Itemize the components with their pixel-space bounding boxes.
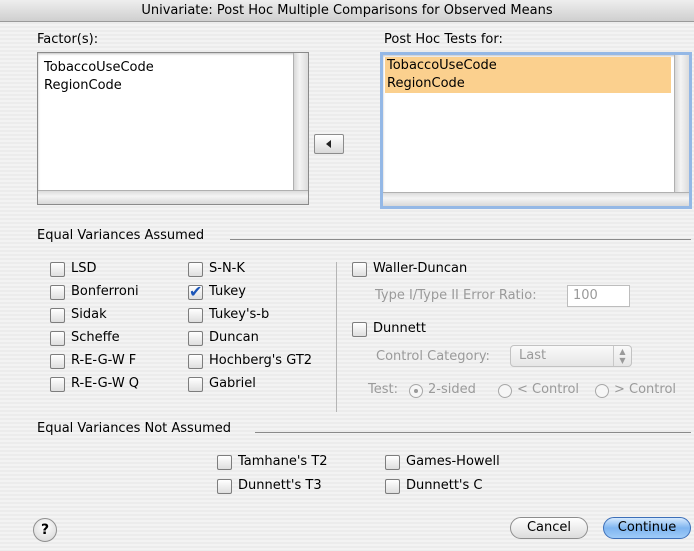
lsd-checkbox[interactable] — [50, 262, 65, 277]
continue-button[interactable]: Continue — [603, 517, 691, 539]
bonferroni-label: Bonferroni — [71, 284, 139, 299]
error-ratio-label: Type I/Type II Error Ratio: — [375, 288, 537, 303]
factor-item-region[interactable]: RegionCode — [42, 77, 122, 95]
tukey-checkbox[interactable] — [188, 282, 203, 301]
scheffe-checkbox[interactable] — [50, 331, 65, 346]
hochberg-checkbox[interactable] — [188, 354, 203, 369]
posthoc-item-region[interactable]: RegionCode — [385, 75, 671, 93]
dunnett-checkbox[interactable] — [352, 322, 367, 337]
control-category-value: Last — [519, 348, 547, 363]
tukey-label: Tukey — [209, 284, 246, 299]
duncan-checkbox[interactable] — [188, 331, 203, 346]
test-label: Test: — [368, 382, 398, 397]
posthoc-horizontal-scrollbar[interactable] — [383, 192, 689, 206]
dunnetts-t3-label: Dunnett's T3 — [238, 478, 322, 493]
equal-variances-assumed-heading: Equal Variances Assumed — [37, 228, 205, 243]
gabriel-checkbox[interactable] — [188, 377, 203, 392]
lsd-label: LSD — [71, 261, 97, 276]
tamhanes-t2-checkbox[interactable] — [217, 455, 232, 470]
dialog-body: Factor(s): TobaccoUseCode RegionCode Pos… — [0, 22, 694, 551]
error-ratio-input[interactable]: 100 — [567, 285, 630, 307]
dunnett-label: Dunnett — [373, 321, 426, 336]
less-control-radio[interactable] — [498, 384, 512, 398]
dunnetts-c-label: Dunnett's C — [406, 478, 483, 493]
group-divider — [230, 239, 691, 240]
snk-checkbox[interactable] — [188, 262, 203, 277]
factors-vertical-scrollbar[interactable] — [293, 53, 308, 190]
regwq-checkbox[interactable] — [50, 377, 65, 392]
factors-label: Factor(s): — [37, 32, 99, 47]
greater-control-radio[interactable] — [595, 384, 609, 398]
equal-variances-not-assumed-group: Equal Variances Not Assumed — [37, 421, 691, 436]
control-category-select[interactable]: Last ▲ ▼ — [510, 345, 632, 367]
equal-variances-assumed-group: Equal Variances Assumed — [37, 228, 691, 243]
dunnetts-c-checkbox[interactable] — [385, 479, 400, 494]
games-howell-checkbox[interactable] — [385, 455, 400, 470]
bonferroni-checkbox[interactable] — [50, 285, 65, 300]
games-howell-label: Games-Howell — [406, 454, 500, 469]
less-control-label: < Control — [517, 382, 580, 397]
factors-list[interactable]: TobaccoUseCode RegionCode — [37, 52, 309, 205]
waller-duncan-checkbox[interactable] — [352, 262, 367, 277]
greater-control-label: > Control — [614, 382, 677, 397]
hochberg-label: Hochberg's GT2 — [209, 353, 313, 368]
two-sided-radio[interactable] — [409, 384, 423, 398]
tukeys-b-checkbox[interactable] — [188, 308, 203, 323]
scheffe-label: Scheffe — [71, 330, 120, 345]
posthoc-vertical-scrollbar[interactable] — [674, 55, 689, 192]
left-arrow-icon — [326, 140, 331, 148]
factor-item-tobacco[interactable]: TobaccoUseCode — [42, 59, 154, 77]
snk-label: S-N-K — [209, 261, 245, 276]
group-divider — [255, 432, 691, 433]
regwf-checkbox[interactable] — [50, 354, 65, 369]
sidak-checkbox[interactable] — [50, 308, 65, 323]
sidak-label: Sidak — [71, 307, 107, 322]
waller-duncan-label: Waller-Duncan — [373, 261, 468, 276]
help-icon[interactable]: ? — [33, 518, 57, 542]
duncan-label: Duncan — [209, 330, 259, 345]
equal-variances-not-assumed-heading: Equal Variances Not Assumed — [37, 421, 231, 436]
two-sided-label: 2-sided — [428, 382, 476, 397]
factors-horizontal-scrollbar[interactable] — [38, 190, 308, 204]
regwf-label: R-E-G-W F — [71, 353, 137, 368]
move-left-button[interactable] — [314, 134, 344, 154]
column-separator — [336, 262, 337, 412]
posthoc-list[interactable]: TobaccoUseCode RegionCode — [380, 52, 692, 209]
regwq-label: R-E-G-W Q — [71, 376, 140, 391]
updown-arrows-icon: ▲ ▼ — [613, 346, 631, 366]
tamhanes-t2-label: Tamhane's T2 — [238, 454, 328, 469]
posthoc-label: Post Hoc Tests for: — [384, 32, 503, 47]
dunnetts-t3-checkbox[interactable] — [217, 479, 232, 494]
gabriel-label: Gabriel — [209, 376, 256, 391]
control-category-label: Control Category: — [376, 349, 490, 364]
posthoc-item-tobacco[interactable]: TobaccoUseCode — [385, 57, 671, 75]
tukeys-b-label: Tukey's-b — [209, 307, 270, 322]
window-title: Univariate: Post Hoc Multiple Comparison… — [0, 0, 694, 22]
cancel-button[interactable]: Cancel — [510, 517, 588, 539]
